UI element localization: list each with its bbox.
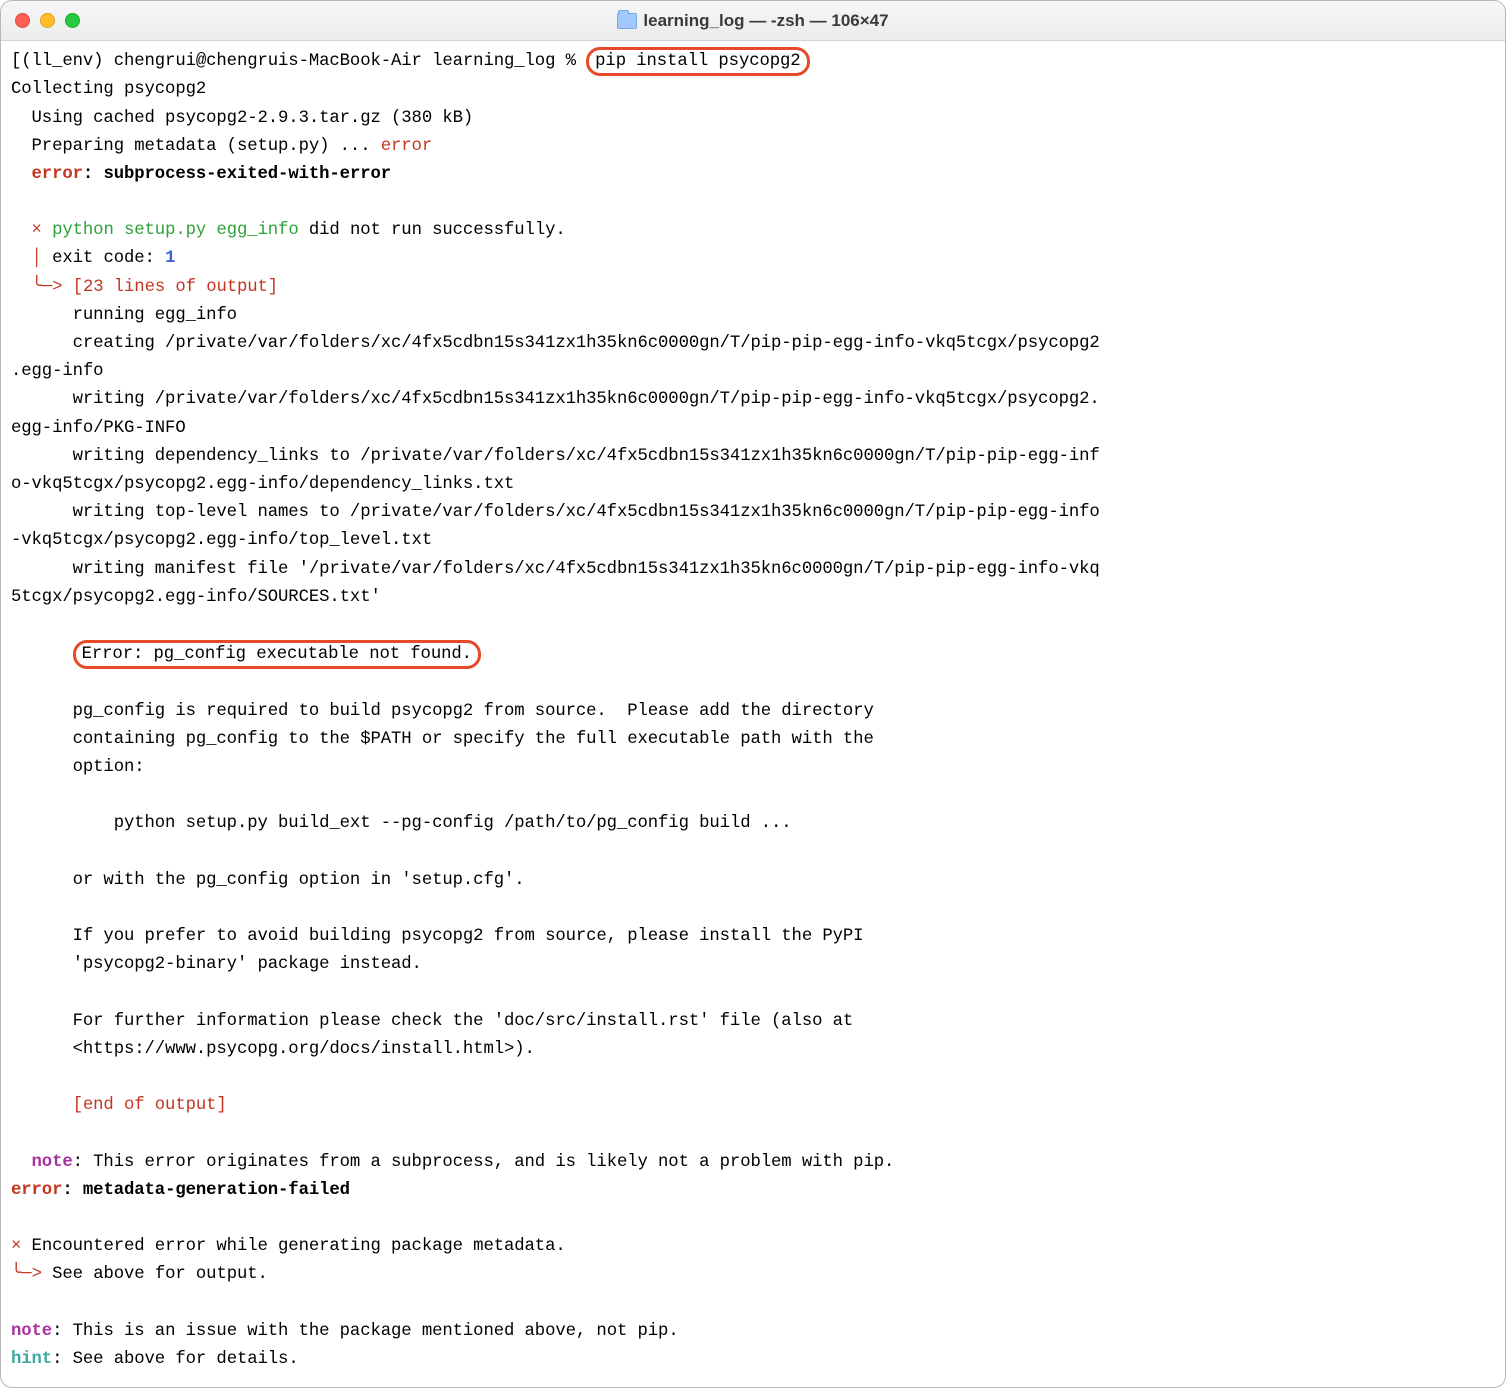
out-exit-code: 1 — [165, 249, 175, 268]
minimize-icon[interactable] — [40, 13, 55, 28]
out-note-label: note — [11, 1322, 52, 1341]
out-error-label: error — [11, 1181, 62, 1200]
out-egg-cmd: python setup.py egg_info — [52, 221, 299, 240]
out-cross: × — [11, 221, 52, 240]
out-line: 'psycopg2-binary' package instead. — [11, 955, 422, 974]
out-line: <https://www.psycopg.org/docs/install.ht… — [11, 1040, 535, 1059]
out-error-label: error — [11, 165, 83, 184]
out-line: python setup.py build_ext --pg-config /p… — [11, 814, 792, 833]
prompt-prefix: [(ll_env) chengrui@chengruis-MacBook-Air… — [11, 52, 586, 71]
out-line: Collecting psycopg2 — [11, 80, 206, 99]
out-line: creating /private/var/folders/xc/4fx5cdb… — [11, 334, 1100, 381]
out-lines-count: [23 lines of output] — [73, 278, 278, 297]
out-line: writing /private/var/folders/xc/4fx5cdbn… — [11, 390, 1100, 437]
out-exit-lbl: exit code: — [52, 249, 165, 268]
out-end-of-output: [end of output] — [11, 1096, 227, 1115]
maximize-icon[interactable] — [65, 13, 80, 28]
close-icon[interactable] — [15, 13, 30, 28]
error-highlight-pgconfig: Error: pg_config executable not found. — [73, 640, 481, 669]
out-line: or with the pg_config option in 'setup.c… — [11, 871, 525, 890]
out-pad — [11, 645, 73, 664]
out-line: option: — [11, 758, 145, 777]
out-error-msg: : subprocess-exited-with-error — [83, 165, 391, 184]
out-line: If you prefer to avoid building psycopg2… — [11, 927, 863, 946]
out-egg-tail: did not run successfully. — [299, 221, 566, 240]
out-cross: × — [11, 1237, 32, 1256]
out-line: writing manifest file '/private/var/fold… — [11, 560, 1100, 607]
window-title-text: learning_log — -zsh — 106×47 — [643, 11, 888, 31]
out-tree-arrow: ╰─> — [11, 278, 73, 297]
out-line: writing top-level names to /private/var/… — [11, 503, 1100, 550]
out-line: See above for output. — [52, 1265, 268, 1284]
out-line: containing pg_config to the $PATH or spe… — [11, 730, 874, 749]
out-line: Preparing metadata (setup.py) ... — [11, 137, 381, 156]
out-note-label: note — [11, 1153, 73, 1172]
out-error-word: error — [381, 137, 432, 156]
out-line: For further information please check the… — [11, 1012, 853, 1031]
out-error-msg: : metadata-generation-failed — [62, 1181, 350, 1200]
input-command-highlight: pip install psycopg2 — [586, 47, 809, 76]
out-tree-bar: │ — [11, 249, 52, 268]
out-line: running egg_info — [11, 306, 237, 325]
out-line: writing dependency_links to /private/var… — [11, 447, 1100, 494]
out-note-text: : This is an issue with the package ment… — [52, 1322, 679, 1341]
folder-icon — [617, 13, 637, 29]
out-line: Encountered error while generating packa… — [32, 1237, 566, 1256]
window-title: learning_log — -zsh — 106×47 — [617, 11, 888, 31]
out-hint-text: : See above for details. — [52, 1350, 299, 1369]
out-tree-arrow: ╰─> — [11, 1265, 52, 1284]
out-line: pg_config is required to build psycopg2 … — [11, 702, 874, 721]
out-line: Using cached psycopg2-2.9.3.tar.gz (380 … — [11, 109, 473, 128]
titlebar: learning_log — -zsh — 106×47 — [1, 1, 1505, 41]
window-controls — [15, 13, 80, 28]
out-note-text: : This error originates from a subproces… — [73, 1153, 895, 1172]
out-hint-label: hint — [11, 1350, 52, 1369]
terminal-output[interactable]: [(ll_env) chengrui@chengruis-MacBook-Air… — [1, 41, 1505, 1380]
